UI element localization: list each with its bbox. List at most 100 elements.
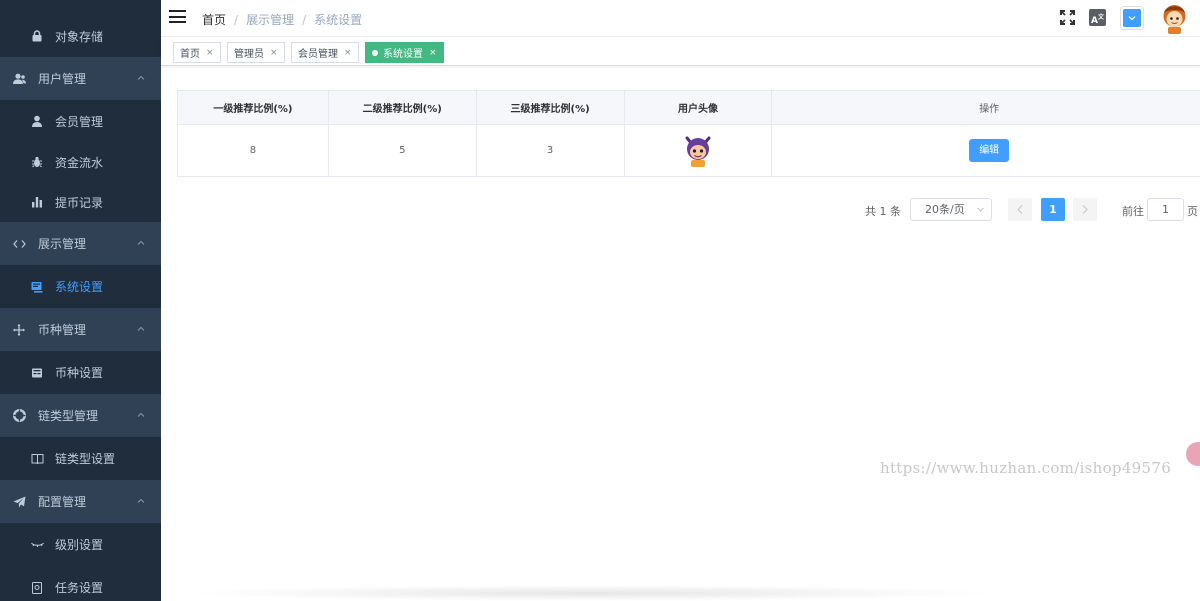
- chevron-up-icon: [137, 498, 145, 503]
- sidebar-group-user[interactable]: 用户管理: [0, 57, 161, 100]
- page-size-value: 20条/页: [925, 203, 965, 216]
- language-icon[interactable]: A文: [1089, 9, 1106, 26]
- page-number-button[interactable]: 1: [1041, 198, 1065, 221]
- card-icon: [30, 366, 44, 380]
- breadcrumb-item-display: 展示管理: [246, 13, 295, 27]
- prev-page-button[interactable]: [1008, 198, 1032, 221]
- sidebar-item-label: 对象存储: [55, 29, 104, 44]
- goto-label: 前往: [1122, 205, 1144, 218]
- sidebar-item-chain-type-settings[interactable]: 链类型设置: [0, 437, 161, 480]
- close-icon[interactable]: ×: [429, 48, 437, 58]
- theme-color-swatch: [1123, 9, 1141, 27]
- next-page-button[interactable]: [1073, 198, 1097, 221]
- user-avatar[interactable]: [1158, 2, 1191, 35]
- sidebar-item-level-settings[interactable]: 级别设置: [0, 523, 161, 566]
- sidebar-group-config[interactable]: 配置管理: [0, 480, 161, 523]
- monitor-icon: [30, 280, 44, 294]
- sidebar-item-member[interactable]: 会员管理: [0, 100, 161, 142]
- chevron-up-icon: [137, 240, 145, 245]
- chevron-down-icon: [977, 207, 984, 212]
- watermark-text: https://www.huzhan.com/ishop49576: [880, 459, 1172, 477]
- navbar: 首页 / 展示管理 / 系统设置 A文: [161, 0, 1200, 37]
- page-size-select[interactable]: 20条/页: [910, 198, 992, 221]
- chevron-up-icon: [137, 326, 145, 331]
- sidebar-group-label: 链类型管理: [38, 409, 99, 423]
- floating-helper-icon[interactable]: [1186, 442, 1200, 466]
- move-icon: [12, 323, 26, 337]
- sidebar-item-partial[interactable]: [0, 0, 161, 15]
- sidebar-item-label: 任务设置: [55, 581, 104, 595]
- sidebar-group-label: 展示管理: [38, 237, 87, 251]
- sidebar-item-withdraw-records[interactable]: 提币记录: [0, 182, 161, 222]
- sidebar-item-label: 资金流水: [55, 155, 104, 170]
- sidebar-item-fund-flow[interactable]: 资金流水: [0, 142, 161, 182]
- tag-admin[interactable]: 管理员 ×: [227, 42, 285, 63]
- edit-button[interactable]: 编辑: [969, 139, 1010, 162]
- cell-level3: 3: [475, 124, 625, 177]
- cell-actions: 编辑: [771, 124, 1200, 177]
- code-icon: [12, 237, 26, 251]
- column-header-level2: 二级推荐比例(%): [327, 90, 477, 125]
- sidebar-item-object-storage[interactable]: 对象存储: [0, 15, 161, 57]
- breadcrumb-item-home[interactable]: 首页: [202, 11, 226, 28]
- sidebar-group-currency[interactable]: 币种管理: [0, 308, 161, 351]
- settings-table: 一级推荐比例(%) 二级推荐比例(%) 三级推荐比例(%) 用户头像 操作 8 …: [177, 90, 1200, 177]
- tag-home[interactable]: 首页 ×: [173, 42, 221, 63]
- theme-color-picker[interactable]: [1120, 6, 1144, 30]
- sidebar-item-system-settings[interactable]: 系统设置: [0, 265, 161, 308]
- lock-icon: [30, 29, 44, 43]
- lifebuoy-icon: [12, 409, 26, 423]
- cell-level2: 5: [327, 124, 477, 177]
- sidebar-group-label: 币种管理: [38, 323, 87, 337]
- tag-label: 首页: [180, 49, 200, 60]
- column-header-actions: 操作: [771, 90, 1200, 125]
- fullscreen-icon[interactable]: [1059, 9, 1076, 26]
- tags-view: 首页 × 管理员 × 会员管理 × 系统设置 ×: [161, 38, 1200, 66]
- breadcrumb-separator: /: [302, 12, 307, 27]
- bar-chart-icon: [30, 195, 44, 209]
- book-icon: [30, 452, 44, 466]
- close-icon[interactable]: ×: [206, 48, 214, 58]
- tag-label: 会员管理: [298, 49, 338, 60]
- column-header-avatar: 用户头像: [623, 90, 773, 125]
- language-label: A: [1091, 16, 1098, 26]
- eye-icon: [30, 538, 44, 552]
- close-icon[interactable]: ×: [344, 48, 352, 58]
- person-icon: [30, 114, 44, 128]
- sidebar-item-label: 会员管理: [55, 114, 104, 129]
- hamburger-icon[interactable]: [169, 10, 186, 24]
- cartoon-avatar-image: [685, 136, 711, 167]
- column-header-level3: 三级推荐比例(%): [475, 90, 625, 125]
- sidebar-group-chain-type[interactable]: 链类型管理: [0, 394, 161, 437]
- pagination-total: 共 1 条: [865, 205, 901, 218]
- sidebar-group-display[interactable]: 展示管理: [0, 222, 161, 265]
- bottom-shadow: [180, 585, 1000, 601]
- table-row: 8 5 3 编辑: [177, 124, 1200, 177]
- tag-label: 系统设置: [383, 49, 423, 60]
- sidebar-item-label: 币种设置: [55, 366, 104, 380]
- cell-avatar: [623, 124, 773, 177]
- goto-page-input[interactable]: [1147, 198, 1184, 221]
- sidebar-item-currency-settings[interactable]: 币种设置: [0, 351, 161, 394]
- tag-member-management[interactable]: 会员管理 ×: [291, 42, 359, 63]
- chevron-down-icon: [1128, 16, 1136, 21]
- page-unit-label: 页: [1187, 205, 1198, 218]
- column-header-level1: 一级推荐比例(%): [177, 90, 329, 125]
- sidebar-item-label: 系统设置: [55, 280, 104, 294]
- chevron-up-icon: [137, 412, 145, 417]
- sidebar-group-label: 配置管理: [38, 495, 87, 509]
- close-icon[interactable]: ×: [270, 48, 278, 58]
- chevron-up-icon: [137, 75, 145, 80]
- sidebar: 对象存储 用户管理 会员管理 资金流水 提币记录 展示管理 系统设置 币种管理 …: [0, 0, 161, 601]
- bug-icon: [30, 155, 44, 169]
- clipboard-icon: [30, 581, 44, 595]
- tag-system-settings[interactable]: 系统设置 ×: [365, 42, 444, 63]
- sidebar-item-task-settings[interactable]: 任务设置: [0, 566, 161, 601]
- chevron-right-icon: [1082, 205, 1088, 214]
- sidebar-group-label: 用户管理: [38, 72, 87, 86]
- active-dot-icon: [372, 49, 378, 56]
- sidebar-item-label: 级别设置: [55, 538, 104, 552]
- breadcrumb-item-current: 系统设置: [314, 13, 363, 27]
- chevron-left-icon: [1017, 205, 1023, 214]
- table-header-row: 一级推荐比例(%) 二级推荐比例(%) 三级推荐比例(%) 用户头像 操作: [177, 90, 1200, 125]
